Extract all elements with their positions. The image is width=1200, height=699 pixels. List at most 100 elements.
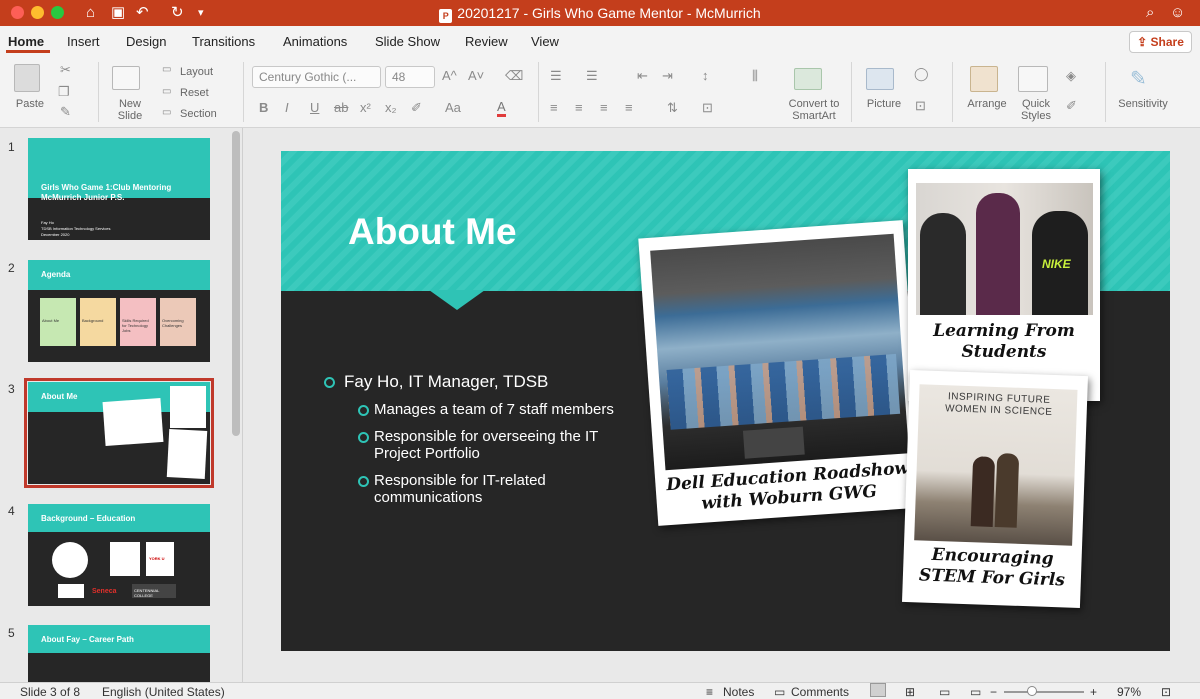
layout-button[interactable]: Layout	[180, 66, 213, 78]
paste-button[interactable]: Paste	[12, 98, 48, 110]
photo-learning-from-students[interactable]: NIKE Learning From Students	[908, 169, 1100, 401]
font-size-select[interactable]: 48	[385, 66, 435, 88]
agenda-card: Background	[80, 298, 116, 346]
seneca-logo: Seneca	[92, 588, 117, 595]
bullet-ring-icon	[324, 377, 335, 388]
bullets-icon[interactable]: ☰	[550, 68, 562, 84]
tab-insert[interactable]: Insert	[67, 34, 100, 49]
sensitivity-icon[interactable]: ✎	[1130, 66, 1147, 91]
tab-design[interactable]: Design	[126, 34, 166, 49]
smartart-icon[interactable]	[794, 68, 822, 90]
align-center-icon[interactable]: ≡	[575, 100, 583, 115]
arrange-icon[interactable]	[970, 66, 998, 92]
shape-outline-icon[interactable]: ✐	[1066, 98, 1077, 114]
ribbon-home: Paste ✂ ❐ ✎ New Slide ▭ Layout ▭ Reset ▭…	[0, 56, 1200, 128]
line-spacing-icon[interactable]: ↕	[702, 68, 709, 83]
normal-view-icon[interactable]	[870, 683, 886, 697]
tab-home[interactable]: Home	[8, 34, 44, 49]
account-icon[interactable]: ☺	[1170, 3, 1185, 23]
person-left	[970, 456, 996, 527]
text-direction-icon[interactable]: ⇅	[667, 100, 678, 116]
centennial-logo: CENTENNIAL COLLEGE	[132, 584, 176, 598]
thumb-sub: TDSB Information Technology Services	[41, 226, 111, 231]
language-indicator[interactable]: English (United States)	[102, 685, 225, 699]
slide-thumbnail-5[interactable]: About Fay – Career Path	[28, 625, 210, 682]
strikethrough-button[interactable]: ab	[334, 100, 348, 115]
align-text-icon[interactable]: ⊡	[702, 100, 713, 116]
paste-icon[interactable]	[14, 64, 40, 92]
font-shrink-button[interactable]: A˅	[468, 68, 484, 83]
fit-slide-icon[interactable]: ⊡	[1161, 685, 1171, 699]
slide-thumbnail-4[interactable]: Background – Education YORK U Seneca CEN…	[28, 504, 210, 606]
thumbnails-scrollbar[interactable]	[232, 131, 240, 436]
clear-formatting-icon[interactable]: ⌫	[505, 68, 523, 84]
font-grow-button[interactable]: A^	[442, 68, 457, 83]
comments-icon[interactable]: ▭	[774, 685, 785, 699]
numbering-icon[interactable]: ☰	[586, 68, 598, 84]
photo-encouraging-stem[interactable]: INSPIRING FUTURE WOMEN IN SCIENCE Encour…	[902, 369, 1088, 609]
new-slide-button[interactable]: New Slide	[110, 98, 150, 122]
underline-button[interactable]: U	[310, 100, 319, 115]
zoom-slider[interactable]	[1004, 691, 1084, 693]
bullet-level1[interactable]: Fay Ho, IT Manager, TDSB	[344, 373, 548, 390]
bullet-level2[interactable]: Manages a team of 7 staff members	[374, 401, 614, 418]
bullet-level2[interactable]: Responsible for overseeing the IT Projec…	[374, 428, 634, 462]
shapes-icon[interactable]: ◯	[914, 66, 929, 82]
superscript-button[interactable]: x²	[360, 100, 371, 115]
divider	[98, 62, 99, 122]
format-painter-icon[interactable]: ✎	[60, 104, 71, 120]
increase-indent-icon[interactable]: ⇥	[662, 68, 673, 84]
shape-fill-icon[interactable]: ◈	[1066, 68, 1076, 84]
reset-button[interactable]: Reset	[180, 87, 209, 99]
quick-styles-icon[interactable]	[1018, 66, 1048, 92]
reading-view-icon[interactable]: ▭	[939, 685, 950, 699]
justify-icon[interactable]: ≡	[625, 100, 633, 115]
slide-title[interactable]: About Me	[348, 211, 517, 253]
font-name-select[interactable]: Century Gothic (...	[252, 66, 381, 88]
slideshow-icon[interactable]: ▭	[970, 685, 981, 699]
cut-icon[interactable]: ✂	[60, 62, 71, 78]
slide-thumbnail-2[interactable]: Agenda About Me Background Skills Requir…	[28, 260, 210, 362]
tab-animations[interactable]: Animations	[283, 34, 347, 49]
zoom-out-icon[interactable]: −	[990, 685, 997, 699]
italic-button[interactable]: I	[285, 100, 289, 115]
slide-thumbnail-1[interactable]: Girls Who Game 1:Club Mentoring McMurric…	[28, 138, 210, 240]
notes-button[interactable]: Notes	[723, 685, 754, 699]
share-button[interactable]: ⇪ Share	[1129, 31, 1192, 53]
align-right-icon[interactable]: ≡	[600, 100, 608, 115]
convert-to-smartart-button[interactable]: Convert to SmartArt	[784, 98, 844, 122]
decrease-indent-icon[interactable]: ⇤	[637, 68, 648, 84]
text-box-icon[interactable]: ⊡	[915, 98, 926, 114]
comments-button[interactable]: Comments	[791, 685, 849, 699]
picture-button[interactable]: Picture	[864, 98, 904, 110]
laptop	[742, 426, 805, 459]
zoom-in-icon[interactable]: +	[1090, 685, 1097, 699]
bold-button[interactable]: B	[259, 100, 268, 115]
slide-canvas[interactable]: About Me Fay Ho, IT Manager, TDSB Manage…	[281, 151, 1170, 651]
zoom-level[interactable]: 97%	[1117, 685, 1141, 699]
zoom-slider-thumb[interactable]	[1027, 686, 1037, 696]
bullet-level2[interactable]: Responsible for IT-related communication…	[374, 472, 594, 506]
arrange-button[interactable]: Arrange	[964, 98, 1010, 110]
subscript-button[interactable]: x₂	[385, 100, 397, 115]
sensitivity-button[interactable]: Sensitivity	[1114, 98, 1172, 110]
photo-dell-roadshow[interactable]: Dell Education Roadshow with Woburn GWG	[638, 220, 923, 526]
slide-sorter-icon[interactable]: ⊞	[905, 685, 915, 699]
align-left-icon[interactable]: ≡	[550, 100, 558, 115]
tab-review[interactable]: Review	[465, 34, 508, 49]
tab-transitions[interactable]: Transitions	[192, 34, 255, 49]
tab-view[interactable]: View	[531, 34, 559, 49]
notes-icon[interactable]: ≡	[706, 685, 713, 699]
person-right	[994, 453, 1020, 528]
columns-icon[interactable]: ⫼	[752, 68, 758, 84]
picture-icon[interactable]	[866, 68, 894, 90]
change-case-button[interactable]: Aa	[445, 100, 461, 115]
tab-slide-show[interactable]: Slide Show	[375, 34, 440, 49]
search-icon[interactable]: ⌕	[1146, 3, 1154, 23]
font-color-button[interactable]: A	[497, 100, 506, 117]
section-button[interactable]: Section	[180, 108, 217, 120]
quick-styles-button[interactable]: Quick Styles	[1014, 98, 1058, 122]
new-slide-icon[interactable]	[112, 66, 140, 90]
copy-icon[interactable]: ❐	[58, 84, 70, 100]
text-highlight-icon[interactable]: ✐	[411, 100, 422, 116]
